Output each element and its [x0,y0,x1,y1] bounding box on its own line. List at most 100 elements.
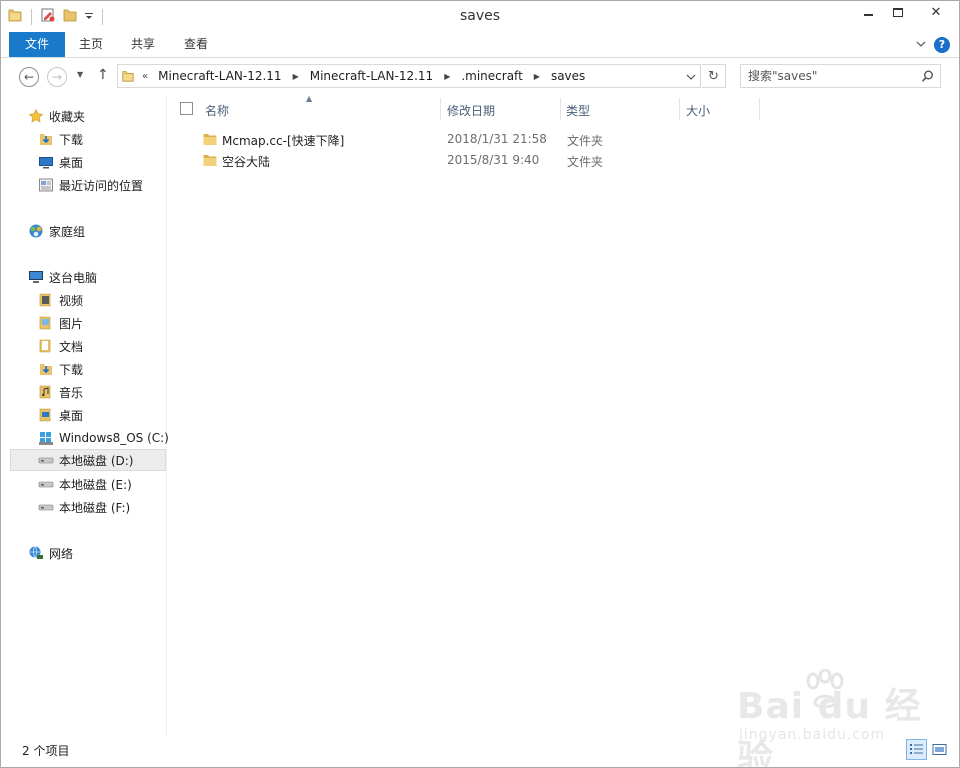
column-date-modified[interactable]: 修改日期 [447,102,495,119]
search-input[interactable] [741,65,917,87]
downloads-icon [38,361,54,377]
nav-item-downloads-pc[interactable]: 下载 [38,358,83,380]
column-divider[interactable] [440,98,441,120]
chevron-right-icon[interactable]: ▶ [293,72,299,81]
status-bar: 2 个项目 [1,737,959,767]
chevron-down-icon[interactable] [686,71,696,81]
column-type[interactable]: 类型 [566,102,590,119]
close-button[interactable]: ✕ [913,1,959,23]
nav-item-drive-d[interactable]: 本地磁盘 (D:) [10,449,166,471]
nav-item-documents[interactable]: 文档 [38,335,83,357]
folder-icon [202,152,218,171]
help-icon[interactable]: ? [934,37,950,53]
column-header: ▲ 名称 修改日期 类型 大小 [168,94,959,122]
maximize-button[interactable] [883,1,913,23]
nav-label: 这台电脑 [49,270,98,285]
nav-network[interactable]: 网络 [28,542,73,564]
nav-item-desktop[interactable]: 桌面 [38,151,83,173]
breadcrumb: « Minecraft-LAN-12.11 ▶ Minecraft-LAN-12… [142,65,585,87]
nav-label: 本地磁盘 (E:) [59,477,132,492]
column-divider[interactable] [759,98,760,120]
pictures-folder-icon [38,315,54,331]
maximize-icon [893,7,903,17]
sort-ascending-icon: ▲ [306,94,313,103]
item-count: 2 个项目 [22,744,70,758]
file-type: 文件夹 [567,155,604,169]
back-button[interactable]: ← [19,67,39,87]
nav-label: 网络 [49,546,74,561]
nav-label: 音乐 [59,385,84,400]
breadcrumb-overflow[interactable]: « [142,71,148,82]
breadcrumb-item[interactable]: Minecraft-LAN-12.11 [158,69,281,83]
nav-item-music[interactable]: 音乐 [38,381,83,403]
nav-label: 下载 [59,362,84,377]
documents-folder-icon [38,338,54,354]
desktop-folder-icon [38,407,54,423]
file-type: 文件夹 [567,134,604,148]
folder-icon [121,69,135,86]
nav-item-downloads[interactable]: 下载 [38,128,83,150]
nav-favorites[interactable]: 收藏夹 [28,105,85,127]
refresh-icon: ↻ [708,68,719,84]
nav-this-pc[interactable]: 这台电脑 [28,266,97,288]
column-divider[interactable] [560,98,561,120]
tab-home[interactable]: 主页 [67,32,115,57]
details-view-button[interactable] [906,739,927,760]
column-name[interactable]: 名称 [205,102,229,119]
column-size[interactable]: 大小 [686,102,710,119]
nav-item-recent[interactable]: 最近访问的位置 [38,174,143,196]
breadcrumb-item[interactable]: .minecraft [461,69,522,83]
nav-item-desktop-pc[interactable]: 桌面 [38,404,83,426]
breadcrumb-item[interactable]: saves [551,69,585,83]
large-icons-view-button[interactable] [929,739,950,760]
up-arrow-icon[interactable]: ↑ [97,67,109,83]
tab-share[interactable]: 共享 [119,32,167,57]
nav-item-drive-f[interactable]: 本地磁盘 (F:) [38,496,130,518]
forward-button[interactable]: → [47,67,67,87]
breadcrumb-item[interactable]: Minecraft-LAN-12.11 [310,69,433,83]
nav-item-drive-c[interactable]: Windows8_OS (C:) [38,427,169,449]
nav-label: 视频 [59,293,84,308]
minimize-button[interactable] [853,1,883,23]
tab-file[interactable]: 文件 [9,32,65,57]
nav-item-pictures[interactable]: 图片 [38,312,83,334]
file-date: 2018/1/31 21:58 [447,132,547,146]
nav-label: 文档 [59,339,84,354]
chevron-right-icon[interactable]: ▶ [534,72,540,81]
nav-label: 下载 [59,132,84,147]
address-bar[interactable]: « Minecraft-LAN-12.11 ▶ Minecraft-LAN-12… [117,64,701,88]
folder-icon [202,131,218,150]
refresh-button[interactable]: ↻ [702,64,726,88]
window-controls: ✕ [853,1,959,23]
file-row[interactable]: 空谷大陆 2015/8/31 9:40 文件夹 [168,150,768,171]
forward-arrow-icon: → [51,70,63,84]
hard-drive-icon [38,476,54,492]
tab-view[interactable]: 查看 [172,32,220,57]
star-icon [28,108,44,124]
window-title: saves [459,8,501,24]
desktop-icon [38,154,54,170]
nav-item-drive-e[interactable]: 本地磁盘 (E:) [38,473,132,495]
recent-locations-icon[interactable]: ▼ [77,70,83,79]
nav-item-videos[interactable]: 视频 [38,289,83,311]
details-view-icon [910,744,923,754]
music-folder-icon [38,384,54,400]
large-icons-view-icon [932,744,947,755]
file-row[interactable]: Mcmap.cc-[快速下降] 2018/1/31 21:58 文件夹 [168,129,768,150]
hard-drive-icon [38,499,54,515]
nav-label: Windows8_OS (C:) [59,431,169,445]
minimize-icon [863,14,873,16]
back-arrow-icon: ← [23,70,35,84]
select-all-checkbox[interactable] [180,102,193,115]
nav-homegroup[interactable]: 家庭组 [28,220,85,242]
navigation-pane: 收藏夹 下载 桌面 最近访问的位置 家庭组 这台电脑 视频 图片 文档 下载 音… [1,96,169,736]
column-divider[interactable] [679,98,680,120]
explorer-window: saves ✕ 文件 主页 共享 查看 ? ← → ▼ ↑ « Minecraf… [0,0,960,768]
file-name: Mcmap.cc-[快速下降] [222,134,345,148]
search-box[interactable] [740,64,941,88]
chevron-right-icon[interactable]: ▶ [444,72,450,81]
expand-ribbon-icon[interactable] [915,38,927,50]
search-icon[interactable] [921,70,934,86]
network-icon [28,545,44,561]
hard-drive-icon [38,452,54,468]
